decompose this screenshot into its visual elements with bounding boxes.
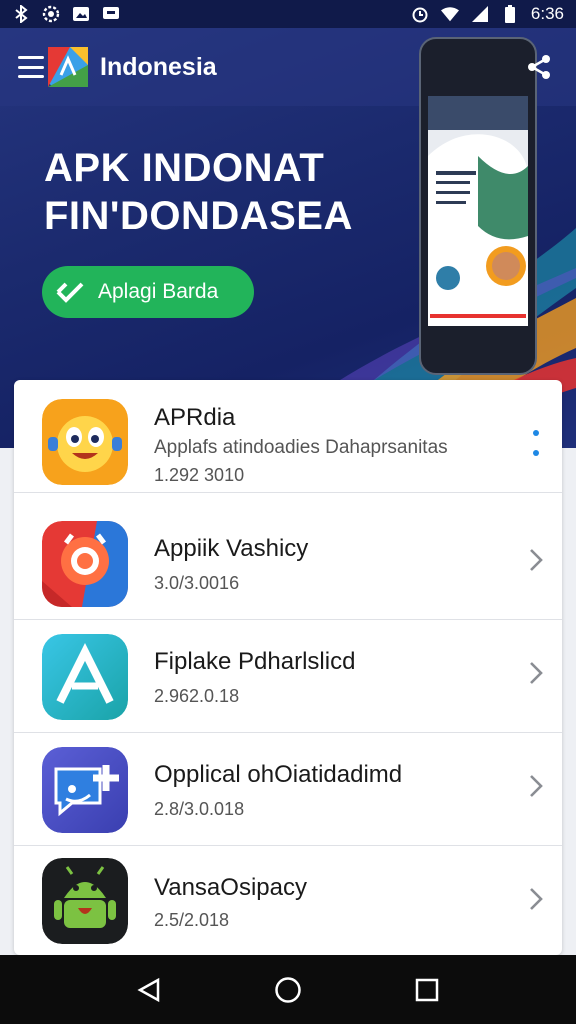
phone-illustration [419,37,537,375]
app-title: VansaOsipacy [154,874,307,901]
app-list: APRdia Applafs atindoadies Dahaprsanitas… [14,380,562,955]
cta-label: Aplagi Barda [98,280,219,303]
check-icon [56,282,84,303]
app-title: APRdia [154,404,236,431]
battery-icon [501,5,519,23]
app-meta: 3.0/3.0016 [154,573,240,593]
headline-line-2: FIN'DONDASEA [44,194,353,238]
menu-icon[interactable] [18,56,44,78]
android-app-icon [42,858,128,944]
chevron-right-icon[interactable] [526,886,546,912]
home-icon[interactable] [273,975,303,1005]
headline-line-1: APK INDONAT [44,146,325,190]
settings-icon [42,5,60,23]
bluetooth-icon [12,5,30,23]
chevron-right-icon[interactable] [526,547,546,573]
signal-icon [471,5,489,23]
alarm-icon [411,5,429,23]
list-item[interactable]: Fiplake Pdharlslicd 2.962.0.18 [14,620,562,733]
list-item[interactable]: VansaOsipacy 2.5/2.018 [14,846,562,955]
chevron-right-icon[interactable] [526,773,546,799]
status-bar: 6:36 [0,0,576,28]
letter-a-app-icon [42,634,128,720]
app-meta: 1.292 3010 [154,465,245,485]
wifi-icon [440,5,459,23]
cta-button[interactable]: Aplagi Barda [42,266,254,318]
app-title: Indonesia [100,52,217,81]
back-icon[interactable] [134,975,164,1005]
app-meta: 2.5/2.018 [154,910,230,930]
clock-text: 6:36 [530,4,564,23]
navigation-bar [0,955,576,1024]
list-item[interactable]: Opplical ohOiatidadimd 2.8/3.0.018 [14,733,562,846]
list-item[interactable]: Appiik Vashicy 3.0/3.0016 [14,507,562,620]
app-meta: 2.962.0.18 [154,686,240,706]
app-logo-icon [48,47,88,87]
gallery-icon [72,5,90,23]
hero-headline: APK INDONAT FIN'DONDASEA [44,144,353,240]
recents-icon[interactable] [412,975,442,1005]
app-description: Applafs atindoadies Dahaprsanitas [154,437,448,458]
chat-plus-app-icon [42,747,128,833]
share-icon[interactable] [526,54,552,80]
map-pin-app-icon [42,521,128,607]
list-item[interactable]: APRdia Applafs atindoadies Dahaprsanitas… [14,380,562,493]
app-title: Appiik Vashicy [154,535,309,562]
app-title: Opplical ohOiatidadimd [154,761,403,788]
more-icon[interactable] [532,430,540,456]
message-icon [102,5,120,23]
app-title: Fiplake Pdharlslicd [154,648,356,675]
app-meta: 2.8/3.0.018 [154,799,245,819]
monster-app-icon [42,399,128,485]
chevron-right-icon[interactable] [526,660,546,686]
